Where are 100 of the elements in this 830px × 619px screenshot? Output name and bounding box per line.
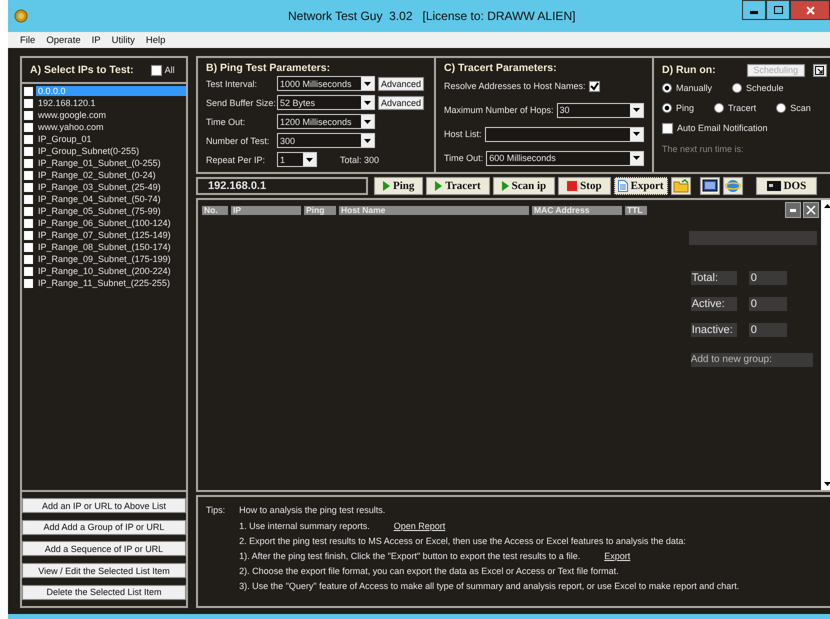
checkbox[interactable]	[24, 278, 33, 288]
menu-item[interactable]: Help	[146, 34, 166, 46]
list-item[interactable]: IP_Range_08_Subnet_(150-174)	[36, 242, 186, 252]
checkbox[interactable]	[24, 146, 33, 156]
export-button[interactable]: Export	[614, 177, 668, 195]
tip-link[interactable]: Export	[604, 550, 630, 560]
maximize-icon	[774, 6, 782, 14]
list-action-button[interactable]: View / Edit the Selected List Item	[22, 563, 186, 578]
checkbox-label: Resolve Addresses to Host Names:	[444, 81, 586, 91]
menu-item[interactable]: Utility	[112, 34, 135, 46]
dropdown[interactable]: 300	[277, 133, 375, 148]
field-label: Host List:	[444, 129, 482, 139]
next-run-label: The next run time is:	[662, 144, 745, 154]
summary-value: 0	[748, 271, 787, 285]
list-action-button[interactable]: Add Add a Group of IP or URL	[22, 520, 186, 535]
stop-button[interactable]: Stop	[558, 177, 611, 195]
checkbox[interactable]	[24, 86, 33, 96]
run-button[interactable]: Tracert	[426, 177, 490, 195]
checkbox[interactable]	[24, 98, 33, 108]
list-item[interactable]: IP_Range_10_Subnet_(200-224)	[36, 266, 186, 276]
close-icon	[806, 205, 816, 215]
list-item[interactable]: 192.168.120.1	[36, 98, 186, 108]
close-button[interactable]	[802, 202, 819, 218]
checkbox[interactable]	[24, 230, 33, 240]
menu-item[interactable]: IP	[92, 34, 101, 46]
minimize-button[interactable]	[784, 202, 801, 218]
list-action-button[interactable]: Add an IP or URL to Above List	[22, 498, 186, 514]
dropdown[interactable]: 52 Bytes	[277, 95, 375, 110]
checkbox[interactable]	[24, 266, 33, 276]
menu-item[interactable]: Operate	[46, 34, 81, 46]
document-icon	[618, 180, 628, 192]
run-button[interactable]: Ping	[374, 177, 424, 195]
list-item[interactable]: IP_Range_07_Subnet_(125-149)	[36, 230, 186, 240]
dropdown[interactable]: 1	[277, 152, 317, 167]
list-item[interactable]: IP_Range_02_Subnet_(0-24)	[36, 170, 186, 180]
list-item[interactable]: IP_Group_Subnet(0-255)	[36, 146, 186, 156]
checkbox[interactable]	[24, 122, 33, 132]
dos-button[interactable]: DOS	[756, 177, 818, 195]
checkbox[interactable]	[24, 182, 33, 192]
dropdown[interactable]: 30	[556, 102, 644, 118]
radio-button[interactable]	[776, 103, 786, 113]
close-button[interactable]	[790, 0, 830, 20]
field-label: Repeat Per IP:	[206, 154, 266, 164]
play-icon	[383, 181, 390, 191]
close-icon	[806, 6, 814, 14]
checkbox[interactable]	[24, 242, 33, 252]
radio-button[interactable]	[662, 83, 672, 93]
list-action-button[interactable]: Add a Sequence of IP or URL	[22, 541, 186, 556]
radio-label: Ping	[676, 103, 694, 113]
dropdown[interactable]: 1000 Milliseconds	[277, 76, 375, 91]
radio-button[interactable]	[714, 103, 724, 113]
screen-button[interactable]	[700, 177, 720, 195]
list-item[interactable]: IP_Range_09_Subnet_(175-199)	[36, 254, 186, 264]
group-name-field[interactable]	[688, 231, 817, 245]
run-button[interactable]: Scan ip	[492, 177, 556, 195]
checkbox[interactable]	[588, 80, 600, 92]
expand-button[interactable]	[812, 64, 827, 76]
maximize-button[interactable]	[766, 0, 790, 20]
advanced-button[interactable]: Advanced	[378, 76, 424, 90]
resize-icon	[815, 66, 824, 74]
list-item[interactable]: IP_Group_01	[36, 134, 186, 144]
dropdown[interactable]: 1200 Milliseconds	[277, 114, 375, 129]
menu-item[interactable]: File	[20, 34, 36, 46]
list-item[interactable]: IP_Range_04_Subnet_(50-74)	[36, 194, 186, 204]
folder-button[interactable]	[670, 177, 691, 195]
list-item[interactable]: www.yahoo.com	[36, 122, 186, 132]
checkbox[interactable]	[24, 194, 33, 204]
advanced-button[interactable]: Advanced	[378, 96, 424, 110]
add-group-label: Add to new group:	[690, 353, 813, 367]
checkbox[interactable]	[24, 110, 33, 120]
checkbox[interactable]	[24, 254, 33, 264]
minimize-button[interactable]	[742, 0, 766, 20]
globe-icon	[724, 178, 741, 194]
panel-heading: A) Select IPs to Test:	[30, 64, 134, 76]
tip-link[interactable]: Open Report	[394, 520, 446, 530]
list-item[interactable]: IP_Range_01_Subnet_(0-255)	[36, 158, 186, 168]
list-item[interactable]: IP_Range_05_Subnet_(75-99)	[36, 206, 186, 216]
checkbox[interactable]	[24, 218, 33, 228]
globe-button[interactable]	[722, 177, 743, 195]
radio-label: Schedule	[746, 83, 784, 93]
list-item[interactable]: www.google.com	[36, 110, 186, 120]
list-item[interactable]: IP_Range_06_Subnet_(100-124)	[36, 218, 186, 228]
checkbox[interactable]	[24, 170, 33, 180]
dropdown[interactable]: 600 Milliseconds	[486, 150, 644, 166]
checkbox[interactable]	[150, 64, 162, 76]
address-field[interactable]: 192.168.0.1	[196, 177, 368, 195]
list-action-button[interactable]: Delete the Selected List Item	[22, 584, 186, 600]
dropdown[interactable]	[484, 126, 644, 142]
checkbox[interactable]	[662, 122, 673, 134]
radio-button[interactable]	[732, 83, 742, 93]
radio-button[interactable]	[662, 103, 672, 113]
dropdown-arrow-icon	[364, 120, 371, 124]
field-label: Time Out:	[444, 153, 484, 163]
checkbox[interactable]	[24, 158, 33, 168]
checkbox[interactable]	[24, 206, 33, 216]
list-item[interactable]: IP_Range_11_Subnet_(225-255)	[36, 278, 186, 288]
checkbox[interactable]	[24, 134, 33, 144]
stop-icon	[567, 181, 578, 191]
list-item[interactable]: IP_Range_03_Subnet_(25-49)	[36, 182, 186, 192]
dropdown-arrow-icon	[633, 156, 640, 160]
